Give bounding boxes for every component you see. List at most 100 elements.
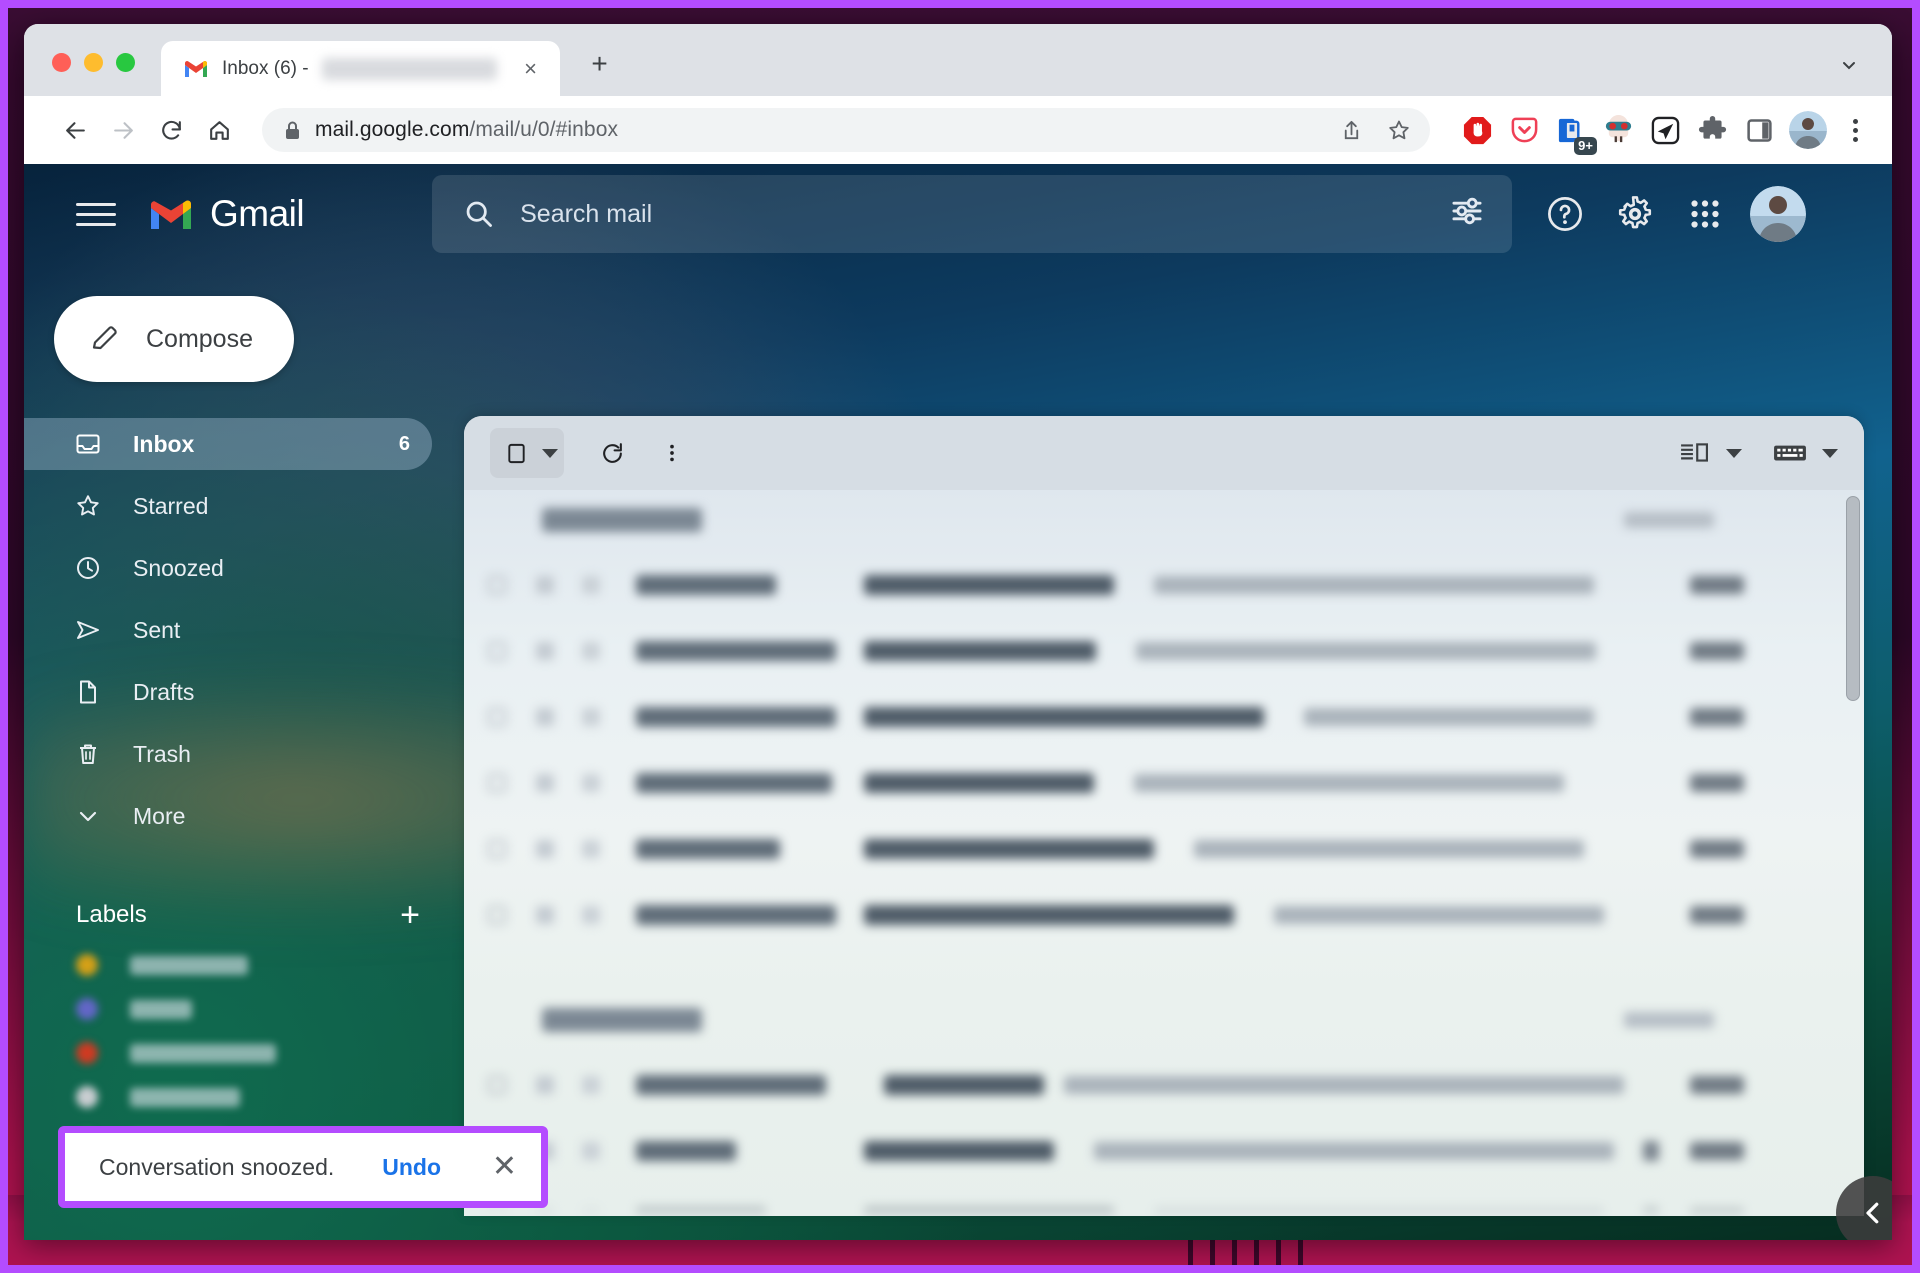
home-icon[interactable] (198, 109, 240, 151)
three-dot-menu-icon[interactable] (650, 431, 694, 475)
keyboard-toggle[interactable] (1768, 431, 1838, 475)
table-row[interactable] (464, 882, 1864, 948)
row-checkbox[interactable] (488, 840, 506, 858)
snackbar-toast[interactable]: Conversation snoozed. Undo ✕ (58, 1126, 548, 1208)
sidebar-item-starred[interactable]: Starred (24, 480, 432, 532)
list-item[interactable] (24, 1042, 464, 1064)
keyboard-icon[interactable] (1768, 431, 1812, 475)
close-icon[interactable]: ✕ (492, 1152, 517, 1182)
important-icon[interactable] (582, 642, 600, 660)
important-icon[interactable] (582, 1208, 600, 1216)
row-checkbox[interactable] (488, 1208, 506, 1216)
close-icon[interactable]: × (516, 54, 546, 84)
table-row[interactable] (464, 552, 1864, 618)
table-row[interactable] (464, 816, 1864, 882)
refresh-icon[interactable] (590, 431, 634, 475)
hamburger-icon[interactable] (68, 186, 124, 242)
notes-extension-icon[interactable]: 9+ (1554, 113, 1597, 155)
share-icon[interactable] (1332, 111, 1370, 149)
address-bar[interactable]: mail.google.com/mail/u/0/#inbox (262, 108, 1430, 152)
puzzle-piece-icon[interactable] (1695, 113, 1729, 147)
table-row[interactable] (464, 1184, 1864, 1216)
chevron-down-icon[interactable] (1836, 52, 1862, 78)
close-window-button[interactable] (52, 53, 71, 72)
profile-avatar[interactable] (1789, 111, 1827, 149)
skull-goggles-icon[interactable] (1601, 113, 1635, 147)
list-item[interactable] (24, 998, 464, 1020)
checkbox-icon[interactable] (494, 431, 538, 475)
row-checkbox[interactable] (488, 708, 506, 726)
minimize-window-button[interactable] (84, 53, 103, 72)
star-icon[interactable] (536, 1208, 554, 1216)
lock-icon (284, 120, 301, 141)
pocket-icon[interactable] (1507, 113, 1541, 147)
split-pane-icon[interactable] (1672, 431, 1716, 475)
forward-arrow-icon[interactable] (102, 109, 144, 151)
star-icon[interactable] (536, 708, 554, 726)
send-arrow-icon[interactable] (1648, 113, 1682, 147)
date-redacted (1690, 1076, 1744, 1094)
important-icon[interactable] (582, 840, 600, 858)
sidebar-item-drafts[interactable]: Drafts (24, 666, 432, 718)
filter-options-icon[interactable] (1450, 194, 1490, 234)
sidebar-item-more[interactable]: More (24, 790, 432, 842)
sidebar-item-trash[interactable]: Trash (24, 728, 432, 780)
row-checkbox[interactable] (488, 906, 506, 924)
sidebar-item-snoozed[interactable]: Snoozed (24, 542, 432, 594)
chevron-down-icon[interactable] (1822, 448, 1838, 458)
trash-icon (74, 741, 101, 768)
row-checkbox[interactable] (488, 1076, 506, 1094)
side-panel-icon[interactable] (1742, 113, 1776, 147)
table-row[interactable] (464, 1052, 1864, 1118)
browser-tab-gmail[interactable]: Inbox (6) - × (161, 41, 560, 96)
star-icon[interactable] (536, 576, 554, 594)
row-checkbox[interactable] (488, 774, 506, 792)
list-item[interactable] (24, 1086, 464, 1108)
sidebar-item-inbox[interactable]: Inbox 6 (24, 418, 432, 470)
browser-tab-strip: Inbox (6) - × + (24, 24, 1892, 96)
star-icon[interactable] (536, 642, 554, 660)
reload-icon[interactable] (150, 109, 192, 151)
star-icon[interactable] (536, 840, 554, 858)
help-icon[interactable] (1540, 189, 1590, 239)
compose-button[interactable]: Compose (54, 296, 294, 382)
undo-button[interactable]: Undo (382, 1154, 441, 1181)
select-all-checkbox[interactable] (490, 428, 564, 478)
split-pane-toggle[interactable] (1672, 431, 1742, 475)
table-row[interactable] (464, 684, 1864, 750)
sidebar-item-sent[interactable]: Sent (24, 604, 432, 656)
star-icon[interactable] (536, 1076, 554, 1094)
important-icon[interactable] (582, 576, 600, 594)
star-icon[interactable] (536, 774, 554, 792)
add-label-button[interactable]: + (400, 898, 420, 932)
row-checkbox[interactable] (488, 642, 506, 660)
account-avatar[interactable] (1750, 186, 1807, 242)
maximize-window-button[interactable] (116, 53, 135, 72)
back-arrow-icon[interactable] (54, 109, 96, 151)
important-icon[interactable] (582, 1076, 600, 1094)
search-input[interactable]: Search mail (432, 175, 1513, 253)
table-row[interactable] (464, 1118, 1864, 1184)
table-row[interactable] (464, 750, 1864, 816)
star-icon[interactable] (1380, 111, 1418, 149)
chevron-down-icon[interactable] (542, 448, 558, 458)
date-redacted (1690, 576, 1744, 594)
new-tab-button[interactable]: + (582, 46, 618, 82)
three-dot-menu-icon[interactable] (1840, 118, 1870, 142)
mail-list-scrollbar[interactable] (1846, 496, 1860, 701)
table-row[interactable] (464, 618, 1864, 684)
important-icon[interactable] (582, 774, 600, 792)
important-icon[interactable] (582, 906, 600, 924)
list-item[interactable] (24, 954, 464, 976)
row-checkbox[interactable] (488, 576, 506, 594)
mail-list-body[interactable] (464, 490, 1864, 1216)
settings-gear-icon[interactable] (1610, 189, 1660, 239)
chevron-down-icon[interactable] (1726, 448, 1742, 458)
mail-section-header (464, 990, 1864, 1052)
gmail-logo[interactable]: Gmail (148, 193, 305, 235)
star-icon[interactable] (536, 906, 554, 924)
adblock-icon[interactable] (1460, 113, 1494, 147)
google-apps-grid-icon[interactable] (1680, 189, 1730, 239)
important-icon[interactable] (582, 1142, 600, 1160)
important-icon[interactable] (582, 708, 600, 726)
